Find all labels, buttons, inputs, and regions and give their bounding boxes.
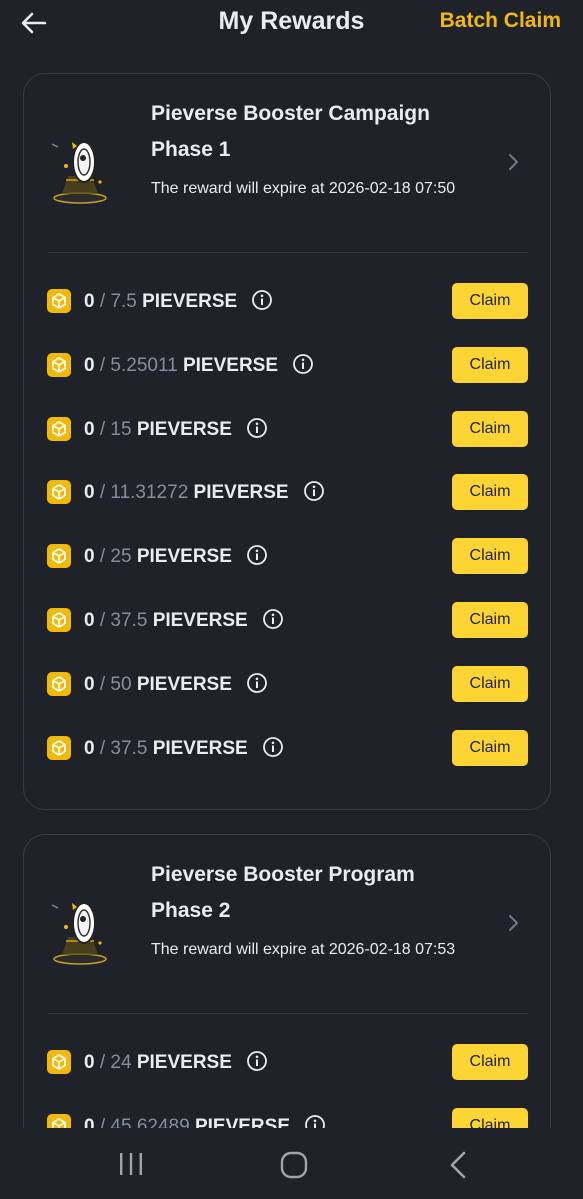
claim-button[interactable]: Claim <box>452 538 528 575</box>
reward-amount: 0 / 45.62489 PIEVERSE <box>84 1114 326 1128</box>
info-icon[interactable] <box>246 672 268 694</box>
info-icon[interactable] <box>246 1050 268 1072</box>
rewards-list[interactable]: Pieverse Booster Campaign Phase 1 The re… <box>0 46 583 1128</box>
campaign-header[interactable]: Pieverse Booster Campaign Phase 1 The re… <box>24 74 550 252</box>
info-icon[interactable] <box>246 544 268 566</box>
reward-row: 0 / 15 PIEVERSE Claim <box>24 401 550 465</box>
claim-button[interactable]: Claim <box>452 1107 528 1128</box>
claim-button[interactable]: Claim <box>452 283 528 319</box>
reward-amount: 0 / 24 PIEVERSE <box>84 1050 268 1075</box>
campaign-expiry: The reward will expire at 2026-02-18 07:… <box>151 180 456 197</box>
claim-button[interactable]: Claim <box>452 1044 528 1080</box>
reward-row: 0 / 11.31272 PIEVERSE Claim <box>24 464 550 528</box>
claim-button[interactable]: Claim <box>452 474 528 511</box>
reward-amount: 0 / 5.25011 PIEVERSE <box>84 353 314 378</box>
token-coin-icon <box>47 1050 71 1074</box>
claim-button[interactable]: Claim <box>452 665 528 702</box>
token-coin-icon <box>47 289 71 313</box>
token-coin-icon <box>47 671 71 696</box>
reward-row: 0 / 24 PIEVERSE Claim <box>24 1034 550 1098</box>
claim-button[interactable]: Claim <box>452 601 528 638</box>
token-coin-icon <box>47 352 71 377</box>
claim-button[interactable]: Claim <box>452 410 528 447</box>
chevron-right-icon[interactable] <box>506 150 522 174</box>
campaign-title: Pieverse Booster Program Phase 2 <box>151 863 415 922</box>
campaign-title: Pieverse Booster Campaign Phase 1 <box>151 102 430 161</box>
campaign-logo-icon <box>51 902 107 965</box>
token-coin-icon <box>47 1113 71 1128</box>
reward-row: 0 / 37.5 PIEVERSE Claim <box>24 592 550 656</box>
back-button[interactable] <box>18 8 50 38</box>
reward-amount: 0 / 11.31272 PIEVERSE <box>84 480 325 505</box>
campaign-card: Pieverse Booster Campaign Phase 1 The re… <box>23 73 551 810</box>
arrow-left-icon <box>21 12 47 34</box>
reward-row: 0 / 25 PIEVERSE Claim <box>24 528 550 592</box>
reward-amount: 0 / 15 PIEVERSE <box>84 417 268 442</box>
campaign-card: Pieverse Booster Program Phase 2 The rew… <box>23 834 551 1128</box>
claim-button[interactable]: Claim <box>452 346 528 383</box>
recent-apps-icon[interactable] <box>118 1152 144 1176</box>
campaign-header[interactable]: Pieverse Booster Program Phase 2 The rew… <box>24 835 550 1013</box>
batch-claim-button[interactable]: Batch Claim <box>440 9 561 33</box>
info-icon[interactable] <box>303 480 325 502</box>
home-icon[interactable] <box>280 1151 308 1179</box>
chevron-right-icon[interactable] <box>506 911 522 935</box>
top-bar: My Rewards Batch Claim <box>0 0 583 46</box>
reward-amount: 0 / 37.5 PIEVERSE <box>84 736 284 761</box>
info-icon[interactable] <box>304 1114 326 1128</box>
claim-button[interactable]: Claim <box>452 729 528 766</box>
token-coin-icon <box>47 416 71 441</box>
campaign-logo-icon <box>51 141 107 204</box>
token-coin-icon <box>47 735 71 760</box>
reward-row: 0 / 45.62489 PIEVERSE Claim <box>24 1098 550 1128</box>
back-chevron-icon[interactable] <box>447 1150 469 1180</box>
info-icon[interactable] <box>246 417 268 439</box>
token-coin-icon <box>47 480 71 505</box>
reward-row: 0 / 7.5 PIEVERSE Claim <box>24 273 550 337</box>
reward-amount: 0 / 7.5 PIEVERSE <box>84 289 273 314</box>
info-icon[interactable] <box>262 608 284 630</box>
reward-amount: 0 / 50 PIEVERSE <box>84 672 268 697</box>
system-nav-bar <box>0 1128 583 1199</box>
info-icon[interactable] <box>251 289 273 311</box>
reward-amount: 0 / 37.5 PIEVERSE <box>84 608 284 633</box>
token-coin-icon <box>47 607 71 632</box>
reward-row: 0 / 50 PIEVERSE Claim <box>24 656 550 720</box>
reward-row: 0 / 37.5 PIEVERSE Claim <box>24 720 550 784</box>
reward-amount: 0 / 25 PIEVERSE <box>84 544 268 569</box>
token-coin-icon <box>47 544 71 569</box>
campaign-expiry: The reward will expire at 2026-02-18 07:… <box>151 941 456 958</box>
info-icon[interactable] <box>292 353 314 375</box>
info-icon[interactable] <box>262 736 284 758</box>
reward-row: 0 / 5.25011 PIEVERSE Claim <box>24 337 550 401</box>
